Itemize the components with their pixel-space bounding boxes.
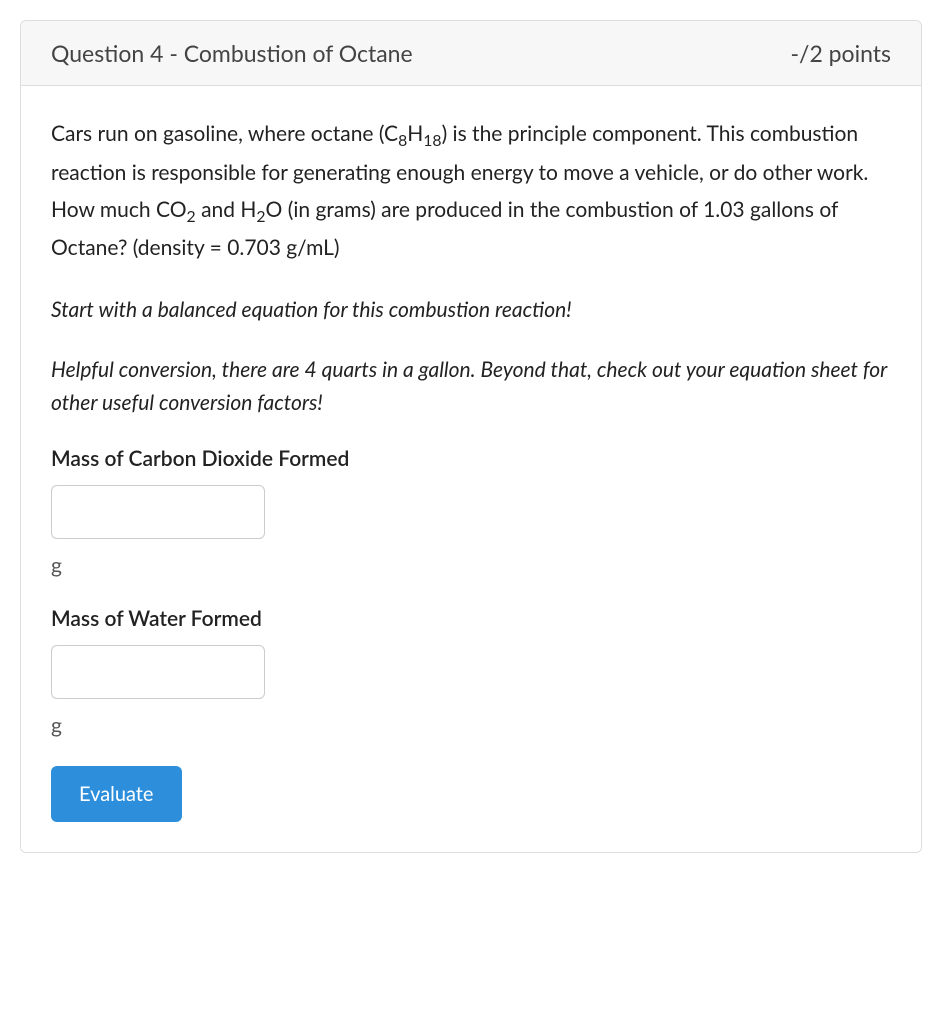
question-text: Cars run on gasoline, where octane (C8H1… xyxy=(51,116,891,267)
co2-label: Mass of Carbon Dioxide Formed xyxy=(51,446,891,471)
hint-conversion: Helpful conversion, there are 4 quarts i… xyxy=(51,353,891,420)
card-body: Cars run on gasoline, where octane (C8H1… xyxy=(21,86,921,852)
points-indicator: -/2 points xyxy=(791,39,892,67)
question-title: Question 4 - Combustion of Octane xyxy=(51,39,413,67)
card-header: Question 4 - Combustion of Octane -/2 po… xyxy=(21,21,921,86)
hint-balanced-equation: Start with a balanced equation for this … xyxy=(51,293,891,327)
co2-input[interactable] xyxy=(51,485,265,539)
question-card: Question 4 - Combustion of Octane -/2 po… xyxy=(20,20,922,853)
co2-unit: g xyxy=(51,553,891,578)
h2o-unit: g xyxy=(51,713,891,738)
h2o-input[interactable] xyxy=(51,645,265,699)
h2o-label: Mass of Water Formed xyxy=(51,606,891,631)
evaluate-button[interactable]: Evaluate xyxy=(51,766,182,822)
